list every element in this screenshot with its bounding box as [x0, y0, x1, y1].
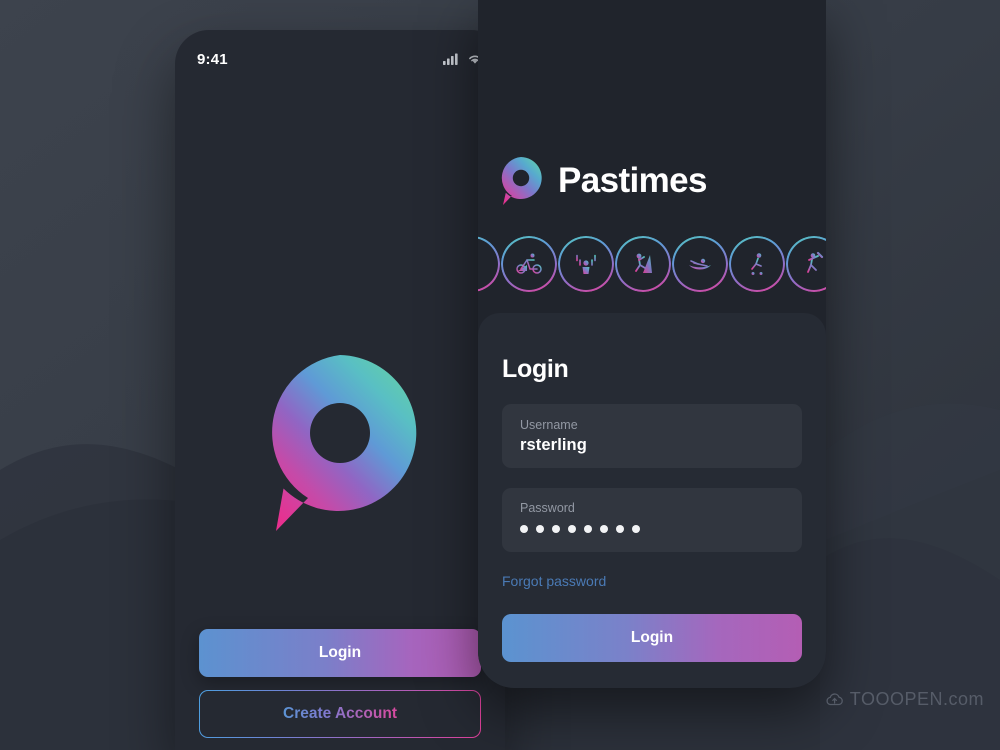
- create-account-label: Create Account: [283, 705, 397, 722]
- create-account-button[interactable]: Create Account: [199, 690, 481, 738]
- login-card-title: Login: [502, 355, 569, 383]
- left-phone-actions: Login Create Account: [199, 629, 481, 738]
- pastimes-pin-logo-large: [255, 348, 425, 538]
- password-field[interactable]: Password: [502, 488, 802, 552]
- screenshot-stage: 9:41 Login Create Account Pastimes Login…: [0, 0, 1000, 750]
- phone-right: Pastimes Login Username rsterling Passwo…: [478, 0, 826, 688]
- sport-cycling[interactable]: [501, 236, 557, 292]
- status-bar-icons: [443, 53, 483, 65]
- pastimes-pin-logo: [498, 155, 544, 207]
- password-label: Password: [520, 501, 575, 515]
- brand-name: Pastimes: [558, 161, 708, 200]
- watermark-text: TOOOPEN.com: [849, 689, 984, 709]
- cellular-signal-icon: [443, 53, 460, 65]
- status-bar: 9:41: [175, 30, 505, 88]
- sports-icon-row: [478, 236, 826, 292]
- status-bar-time: 9:41: [197, 50, 228, 68]
- username-label: Username: [520, 417, 578, 432]
- sport-climbing[interactable]: [615, 236, 671, 292]
- login-button[interactable]: Login: [199, 629, 481, 677]
- sport-kayaking[interactable]: [672, 236, 728, 292]
- sport-baseball[interactable]: [786, 236, 826, 292]
- username-field[interactable]: Username rsterling: [502, 404, 802, 468]
- watermark: TOOOPEN.com: [825, 689, 984, 710]
- sport-icon-partial[interactable]: [478, 236, 500, 292]
- username-value: rsterling: [520, 435, 587, 454]
- login-card: Login Username rsterling Password Forgot…: [478, 313, 826, 688]
- sport-weightlifting[interactable]: [558, 236, 614, 292]
- sport-skateboarding[interactable]: [729, 236, 785, 292]
- password-value-dots: [520, 519, 784, 539]
- login-submit-button[interactable]: Login: [502, 614, 802, 662]
- forgot-password-link[interactable]: Forgot password: [502, 573, 606, 589]
- phone-left: 9:41 Login Create Account: [175, 30, 505, 750]
- cloud-icon: [825, 692, 844, 707]
- brand-header: Pastimes: [498, 155, 708, 207]
